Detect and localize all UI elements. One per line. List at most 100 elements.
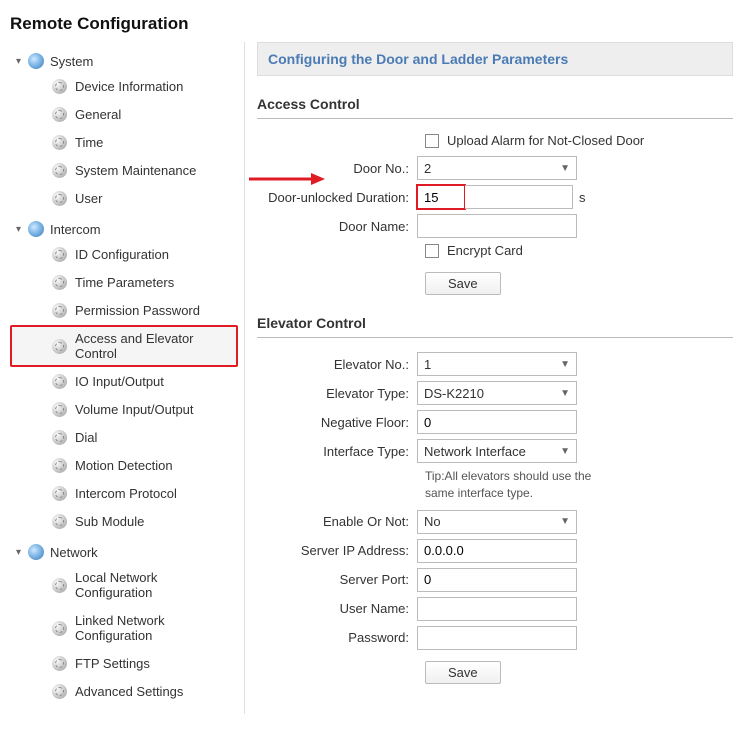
gear-icon bbox=[52, 514, 67, 529]
sidebar-item-label: Linked Network Configuration bbox=[75, 613, 236, 643]
sidebar-group-label: Network bbox=[50, 545, 98, 560]
gear-icon bbox=[52, 135, 67, 150]
encrypt-card-checkbox[interactable] bbox=[425, 244, 439, 258]
sidebar-item-label: Local Network Configuration bbox=[75, 570, 236, 600]
negative-floor-input[interactable] bbox=[417, 410, 577, 434]
sidebar-item-label: Permission Password bbox=[75, 303, 200, 318]
gear-icon bbox=[52, 656, 67, 671]
door-no-select[interactable]: 2 ▼ bbox=[417, 156, 577, 180]
duration-unit: s bbox=[579, 190, 586, 205]
caret-down-icon: ▼ bbox=[560, 359, 570, 370]
sidebar-item-label: Volume Input/Output bbox=[75, 402, 194, 417]
door-unlocked-duration-input-ext[interactable] bbox=[465, 185, 573, 209]
door-no-value: 2 bbox=[424, 161, 431, 176]
sidebar-item-general[interactable]: General bbox=[10, 101, 238, 128]
user-name-input[interactable] bbox=[417, 597, 577, 621]
sidebar-item-label: General bbox=[75, 107, 121, 122]
gear-icon bbox=[52, 486, 67, 501]
sidebar-item-advanced-settings[interactable]: Advanced Settings bbox=[10, 678, 238, 705]
caret-down-icon: ▼ bbox=[560, 446, 570, 457]
gear-icon bbox=[52, 275, 67, 290]
sidebar-item-device-information[interactable]: Device Information bbox=[10, 73, 238, 100]
interface-type-label: Interface Type: bbox=[257, 444, 417, 459]
access-control-title: Access Control bbox=[257, 96, 733, 119]
sidebar-item-access-and-elevator-control[interactable]: Access and Elevator Control bbox=[10, 325, 238, 367]
password-label: Password: bbox=[257, 630, 417, 645]
sidebar-item-system-maintenance[interactable]: System Maintenance bbox=[10, 157, 238, 184]
sidebar-item-label: System Maintenance bbox=[75, 163, 196, 178]
interface-type-value: Network Interface bbox=[424, 444, 526, 459]
duration-label: Door-unlocked Duration: bbox=[257, 190, 417, 205]
gear-icon bbox=[52, 79, 67, 94]
access-save-button[interactable]: Save bbox=[425, 272, 501, 295]
sidebar-item-time[interactable]: Time bbox=[10, 129, 238, 156]
password-input[interactable] bbox=[417, 626, 577, 650]
gear-icon bbox=[52, 578, 67, 593]
sidebar-item-linked-network-configuration[interactable]: Linked Network Configuration bbox=[10, 607, 238, 649]
panel-title: Configuring the Door and Ladder Paramete… bbox=[257, 42, 733, 76]
gear-icon bbox=[52, 621, 67, 636]
gear-icon bbox=[52, 303, 67, 318]
sidebar-item-io-input-output[interactable]: IO Input/Output bbox=[10, 368, 238, 395]
sidebar-group-network[interactable]: ▾ Network bbox=[4, 541, 244, 563]
sidebar-item-motion-detection[interactable]: Motion Detection bbox=[10, 452, 238, 479]
door-name-label: Door Name: bbox=[257, 219, 417, 234]
sidebar-item-sub-module[interactable]: Sub Module bbox=[10, 508, 238, 535]
elevator-save-button[interactable]: Save bbox=[425, 661, 501, 684]
sidebar-item-label: FTP Settings bbox=[75, 656, 150, 671]
enable-or-not-select[interactable]: No ▼ bbox=[417, 510, 577, 534]
upload-alarm-checkbox[interactable] bbox=[425, 134, 439, 148]
globe-icon bbox=[28, 53, 44, 69]
sidebar-item-dial[interactable]: Dial bbox=[10, 424, 238, 451]
server-ip-input[interactable] bbox=[417, 539, 577, 563]
sidebar-item-time-parameters[interactable]: Time Parameters bbox=[10, 269, 238, 296]
main-panel: Configuring the Door and Ladder Paramete… bbox=[257, 42, 739, 714]
encrypt-card-label: Encrypt Card bbox=[447, 243, 523, 258]
sidebar-item-id-configuration[interactable]: ID Configuration bbox=[10, 241, 238, 268]
gear-icon bbox=[52, 107, 67, 122]
sidebar-item-label: ID Configuration bbox=[75, 247, 169, 262]
sidebar-item-permission-password[interactable]: Permission Password bbox=[10, 297, 238, 324]
sidebar: ▾ System Device Information General Time… bbox=[0, 42, 244, 714]
gear-icon bbox=[52, 374, 67, 389]
door-unlocked-duration-input[interactable] bbox=[417, 185, 465, 209]
sidebar-item-user[interactable]: User bbox=[10, 185, 238, 212]
sidebar-item-label: User bbox=[75, 191, 102, 206]
encrypt-card-row[interactable]: Encrypt Card bbox=[257, 243, 733, 258]
chevron-down-icon: ▾ bbox=[16, 547, 26, 558]
elevator-control-section: Elevator Control Elevator No.: 1 ▼ Eleva… bbox=[257, 315, 733, 684]
sidebar-item-ftp-settings[interactable]: FTP Settings bbox=[10, 650, 238, 677]
gear-icon bbox=[52, 163, 67, 178]
server-port-input[interactable] bbox=[417, 568, 577, 592]
elevator-type-select[interactable]: DS-K2210 ▼ bbox=[417, 381, 577, 405]
globe-icon bbox=[28, 544, 44, 560]
vertical-divider bbox=[244, 42, 245, 714]
gear-icon bbox=[52, 402, 67, 417]
user-name-label: User Name: bbox=[257, 601, 417, 616]
caret-down-icon: ▼ bbox=[560, 163, 570, 174]
elevator-no-select[interactable]: 1 ▼ bbox=[417, 352, 577, 376]
caret-down-icon: ▼ bbox=[560, 516, 570, 527]
sidebar-group-system[interactable]: ▾ System bbox=[4, 50, 244, 72]
door-name-input[interactable] bbox=[417, 214, 577, 238]
elevator-no-value: 1 bbox=[424, 357, 431, 372]
sidebar-item-local-network-configuration[interactable]: Local Network Configuration bbox=[10, 564, 238, 606]
sidebar-item-label: Advanced Settings bbox=[75, 684, 183, 699]
elevator-control-title: Elevator Control bbox=[257, 315, 733, 338]
upload-alarm-label: Upload Alarm for Not-Closed Door bbox=[447, 133, 644, 148]
sidebar-item-volume-input-output[interactable]: Volume Input/Output bbox=[10, 396, 238, 423]
sidebar-item-label: Motion Detection bbox=[75, 458, 173, 473]
sidebar-item-label: IO Input/Output bbox=[75, 374, 164, 389]
sidebar-item-intercom-protocol[interactable]: Intercom Protocol bbox=[10, 480, 238, 507]
gear-icon bbox=[52, 430, 67, 445]
gear-icon bbox=[52, 458, 67, 473]
door-no-label: Door No.: bbox=[257, 161, 417, 176]
sidebar-group-intercom[interactable]: ▾ Intercom bbox=[4, 218, 244, 240]
negative-floor-label: Negative Floor: bbox=[257, 415, 417, 430]
server-ip-label: Server IP Address: bbox=[257, 543, 417, 558]
elevator-type-label: Elevator Type: bbox=[257, 386, 417, 401]
interface-type-select[interactable]: Network Interface ▼ bbox=[417, 439, 577, 463]
gear-icon bbox=[52, 191, 67, 206]
upload-alarm-row[interactable]: Upload Alarm for Not-Closed Door bbox=[257, 133, 733, 148]
chevron-down-icon: ▾ bbox=[16, 56, 26, 67]
